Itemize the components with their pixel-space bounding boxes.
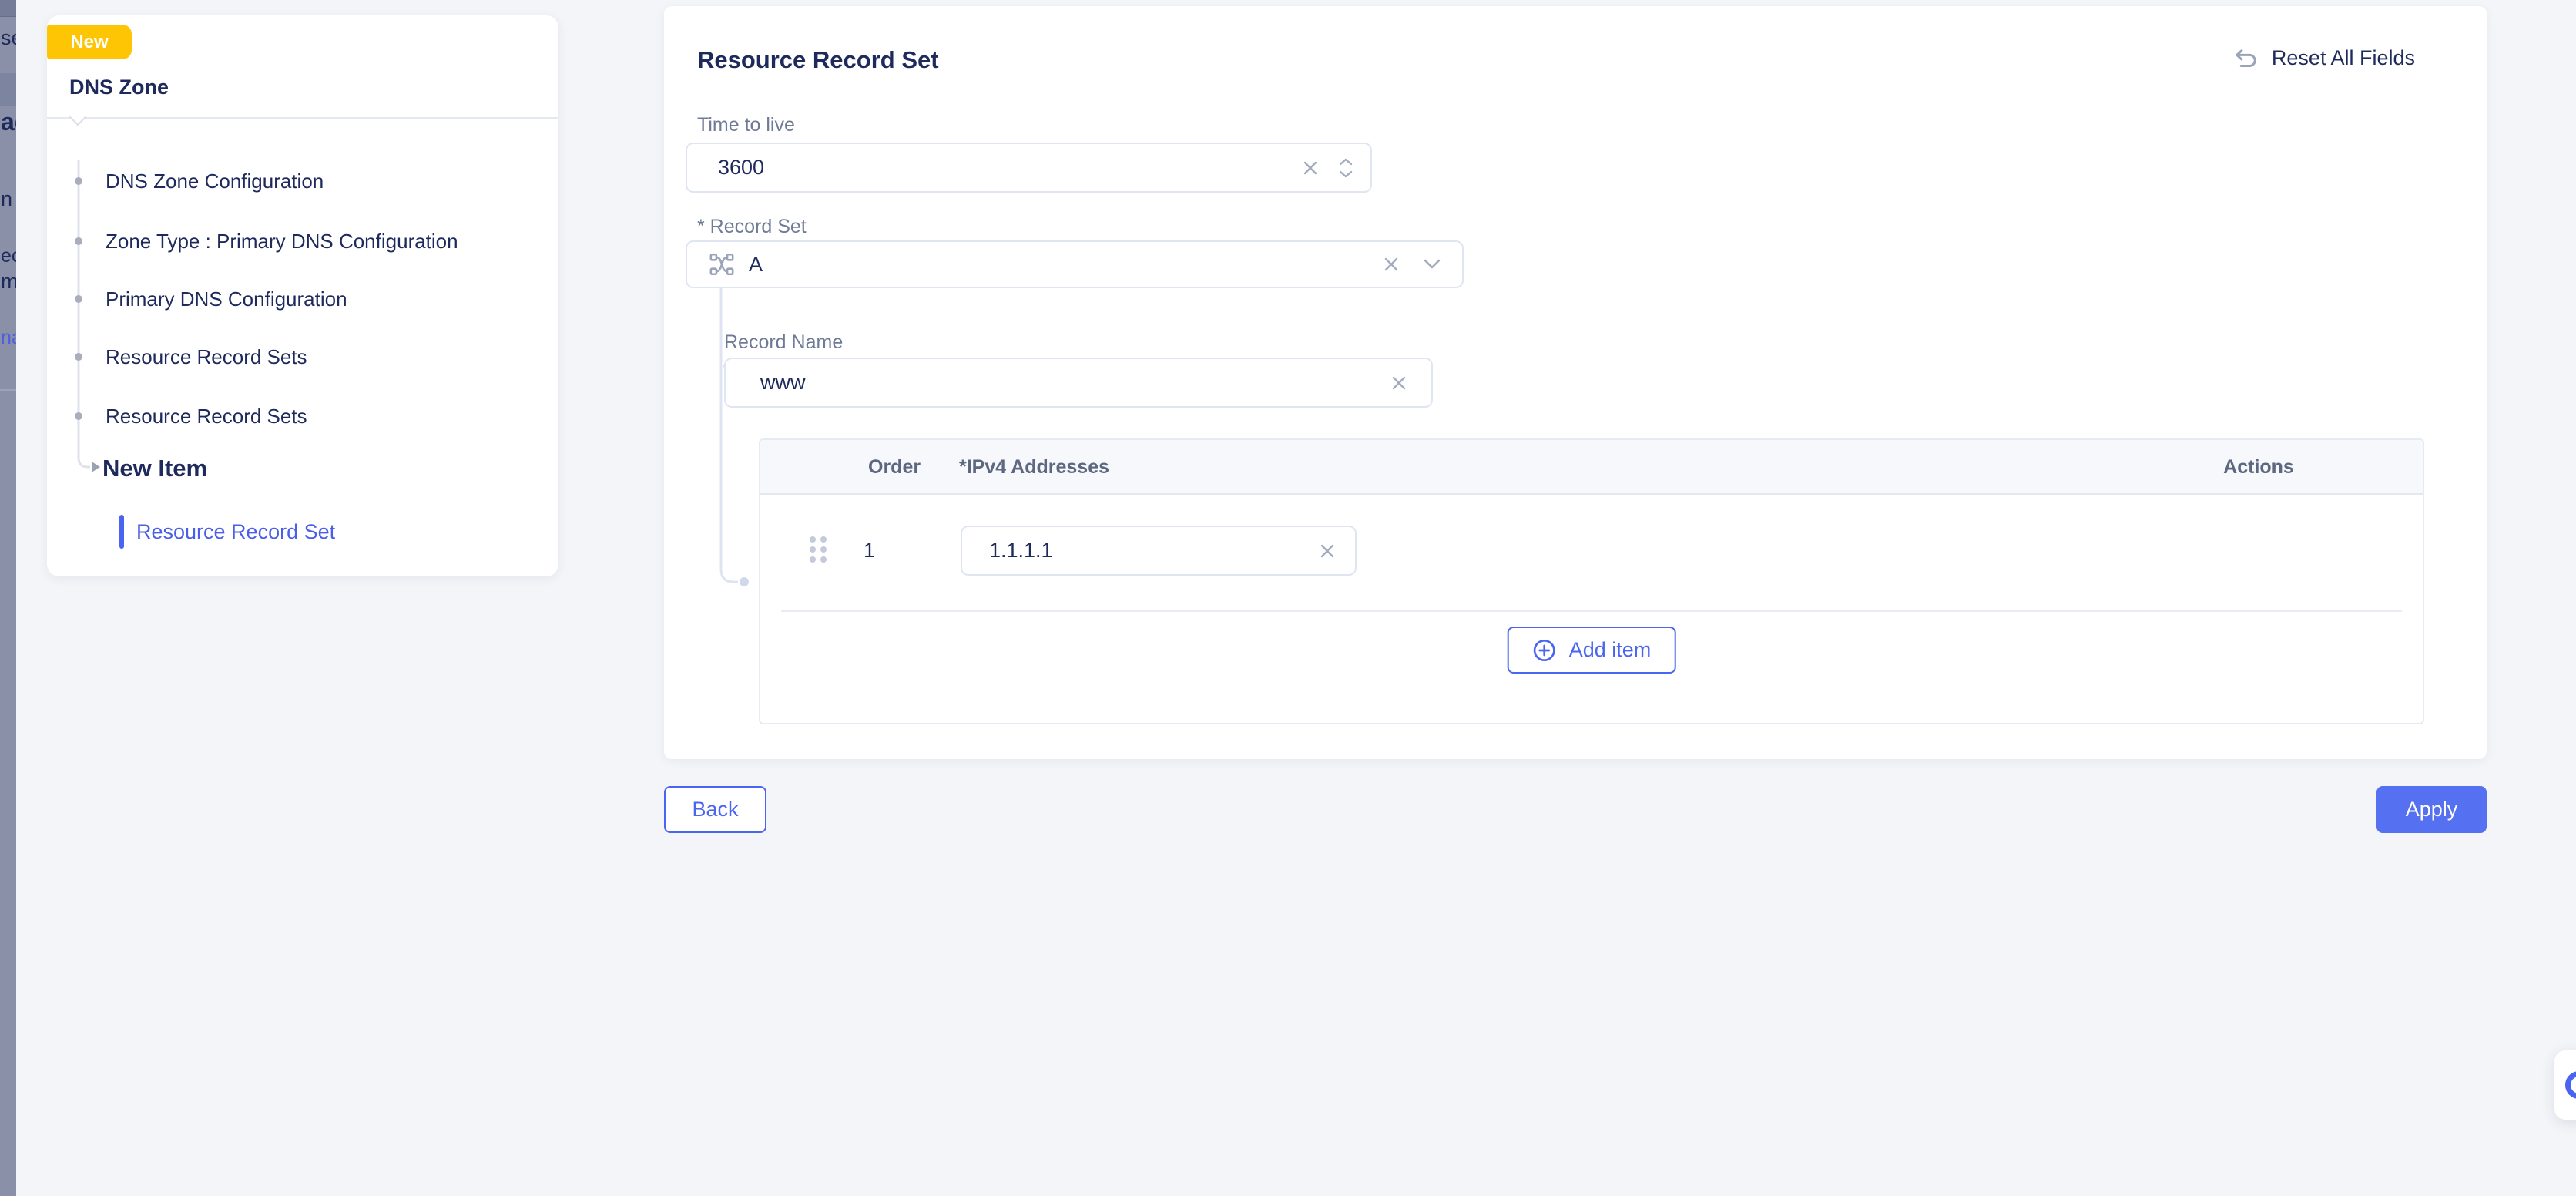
- underlay-text-fragment: se: [1, 26, 16, 50]
- ipv4-address-value[interactable]: 1.1.1.1: [989, 539, 1318, 563]
- underlay-topband: [0, 0, 16, 17]
- apply-button[interactable]: Apply: [2376, 786, 2487, 833]
- underlay-link-fragment: na: [1, 327, 16, 349]
- sidebar-item-new-item[interactable]: New Item: [102, 455, 207, 482]
- sidebar-item-dns-zone-configuration[interactable]: DNS Zone Configuration: [106, 169, 324, 193]
- table-row-divider: [781, 610, 2402, 612]
- dns-zone-sidebar: New DNS Zone DNS Zone Configuration Zone…: [47, 15, 558, 576]
- panel-title: Resource Record Set: [697, 46, 939, 74]
- page: { "underlay": { "fragments": ["se", "ag"…: [0, 0, 2576, 1196]
- plus-circle-icon: [1532, 638, 1557, 663]
- tree-connector-icon: [70, 139, 116, 509]
- sidebar-item-primary-dns-configuration[interactable]: Primary DNS Configuration: [106, 287, 347, 311]
- add-item-button[interactable]: Add item: [1508, 627, 1676, 674]
- floating-help-widget[interactable]: [2554, 1050, 2576, 1120]
- shuffle-icon: [709, 251, 735, 277]
- order-column-header: Order: [868, 456, 921, 479]
- add-item-label: Add item: [1569, 638, 1652, 662]
- ttl-label: Time to live: [697, 114, 795, 136]
- underlay-text-fragment: ag: [1, 108, 16, 136]
- record-name-value[interactable]: www: [760, 371, 1390, 395]
- resource-record-set-panel: Resource Record Set Reset All Fields Tim…: [664, 6, 2487, 759]
- sidebar-item-resource-record-set-active[interactable]: Resource Record Set: [136, 519, 335, 544]
- record-set-label: * Record Set: [697, 216, 807, 238]
- sidebar-title: DNS Zone: [69, 76, 169, 99]
- drag-handle-icon[interactable]: [810, 536, 830, 566]
- row-order-value: 1: [864, 539, 875, 563]
- stepper-down-icon[interactable]: [1338, 170, 1353, 179]
- record-set-select[interactable]: A: [686, 240, 1464, 288]
- underlay-selected-band: [0, 73, 16, 106]
- active-item-bar: [119, 515, 124, 549]
- underlay-text-fragment: m: [1, 270, 16, 294]
- ipv4-column-header: *IPv4 Addresses: [959, 456, 1109, 479]
- clear-record-name-icon[interactable]: [1390, 374, 1408, 392]
- stepper-up-icon[interactable]: [1338, 157, 1353, 166]
- sidebar-item-resource-record-sets-2[interactable]: Resource Record Sets: [106, 404, 307, 428]
- ipv4-addresses-table: Order *IPv4 Addresses Actions 1 1.1.1.1 …: [759, 438, 2424, 724]
- underlay-text-fragment: ec: [1, 245, 16, 267]
- number-stepper[interactable]: [1338, 157, 1353, 179]
- background-page-strip: se ag n l ec m na: [0, 0, 16, 1196]
- collapse-notch-icon: [69, 109, 87, 126]
- reset-all-fields-label: Reset All Fields: [2272, 46, 2415, 70]
- underlay-text-fragment: n l: [1, 187, 16, 211]
- record-name-label: Record Name: [724, 331, 843, 354]
- reset-all-fields-button[interactable]: Reset All Fields: [2233, 46, 2415, 70]
- undo-arrow-icon: [2233, 47, 2259, 70]
- help-ring-icon: [2565, 1071, 2576, 1099]
- ttl-value[interactable]: 3600: [718, 156, 1301, 180]
- clear-ttl-icon[interactable]: [1301, 159, 1320, 177]
- chevron-down-icon[interactable]: [1422, 258, 1442, 270]
- sidebar-divider: [47, 117, 558, 119]
- back-button[interactable]: Back: [664, 786, 766, 833]
- record-set-value[interactable]: A: [749, 253, 1382, 277]
- ipv4-address-input[interactable]: 1.1.1.1: [961, 526, 1357, 576]
- record-name-input[interactable]: www: [724, 358, 1433, 408]
- ttl-input[interactable]: 3600: [686, 143, 1372, 193]
- new-badge: New: [47, 25, 132, 59]
- clear-record-set-icon[interactable]: [1382, 255, 1400, 274]
- clear-ipv4-icon[interactable]: [1318, 542, 1337, 560]
- table-header: Order *IPv4 Addresses Actions: [760, 440, 2423, 495]
- underlay-divider: [0, 389, 16, 391]
- actions-column-header: Actions: [2212, 456, 2305, 479]
- sidebar-item-resource-record-sets-1[interactable]: Resource Record Sets: [106, 344, 307, 369]
- sidebar-item-zone-type[interactable]: Zone Type : Primary DNS Configuration: [106, 229, 458, 254]
